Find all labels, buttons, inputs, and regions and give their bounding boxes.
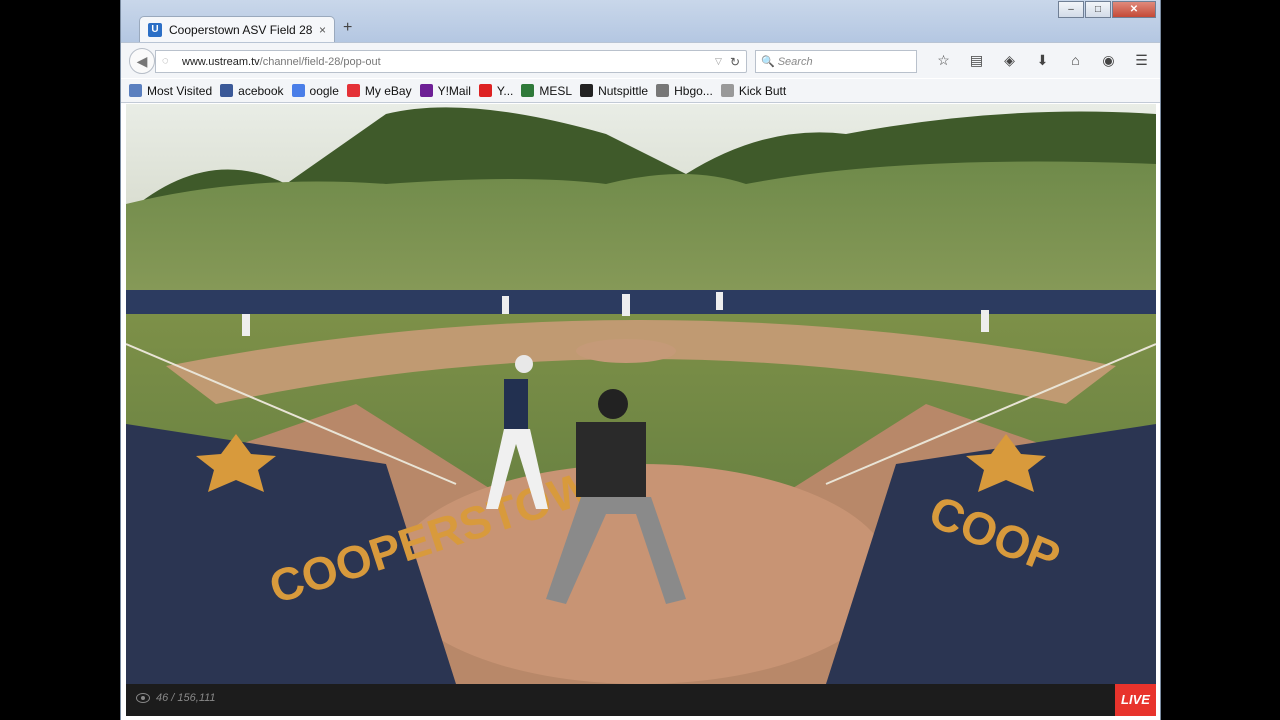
new-tab-button[interactable]: + — [343, 19, 352, 37]
navigation-bar: ◀ ◌ www.ustream.tv/channel/field-28/pop-… — [121, 42, 1160, 78]
reload-icon[interactable]: ↻ — [730, 55, 740, 69]
url-text[interactable]: www.ustream.tv/channel/field-28/pop-out — [182, 56, 715, 68]
bookmark-item[interactable]: acebook — [220, 83, 284, 98]
player-controls: 46 / 156,111 LIVE — [126, 684, 1156, 716]
tab-title: Cooperstown ASV Field 28 ... — [169, 23, 313, 37]
site-info-icon[interactable]: ◌ — [162, 55, 176, 69]
minimize-button[interactable]: – — [1058, 1, 1084, 18]
ebay-icon — [346, 84, 360, 97]
browser-window: – □ ✕ U Cooperstown ASV Field 28 ... × +… — [120, 0, 1161, 720]
bookmark-item[interactable]: Hbgo... — [656, 84, 713, 98]
baseball-video-frame[interactable]: COOPERSTOWN COOP — [126, 104, 1156, 684]
downloads-icon[interactable]: ⬇ — [1026, 52, 1059, 69]
url-bar[interactable]: ◌ www.ustream.tv/channel/field-28/pop-ou… — [155, 50, 747, 73]
viewer-count-text: 46 / 156,111 — [156, 692, 216, 704]
bookmark-item[interactable]: oogle — [291, 83, 339, 98]
bookmark-item[interactable]: Nutspittle — [580, 84, 648, 98]
bookmark-icon — [129, 84, 142, 97]
bookmark-item[interactable]: Y... — [478, 83, 514, 98]
bookmark-label: Nutspittle — [598, 83, 649, 98]
bookmark-item[interactable]: MESL — [521, 84, 572, 98]
video-player[interactable]: COOPERSTOWN COOP 46 / 156,111 LIVE — [126, 104, 1156, 716]
bookmark-label: oogle — [309, 83, 339, 98]
n-icon — [580, 84, 594, 97]
reading-list-icon[interactable]: ▤ — [960, 52, 993, 69]
viewer-count: 46 / 156,111 — [136, 692, 216, 704]
bookmark-label: acebook — [238, 83, 284, 98]
google-icon — [291, 84, 305, 97]
bookmark-item[interactable]: Y!Mail — [419, 83, 471, 98]
url-host: www.ustream.tv — [182, 55, 260, 68]
bookmark-item[interactable]: My eBay — [346, 83, 412, 98]
eye-icon — [136, 693, 150, 703]
url-path: /channel/field-28/pop-out — [259, 55, 381, 68]
chat-icon[interactable]: ◉ — [1092, 52, 1125, 69]
youtube-icon — [478, 84, 492, 97]
live-badge[interactable]: LIVE — [1115, 684, 1156, 716]
url-history-dropdown-icon[interactable]: ▽ — [715, 56, 722, 67]
tab-cooperstown[interactable]: U Cooperstown ASV Field 28 ... × — [139, 16, 335, 43]
bookmark-label: Hbgo... — [674, 83, 713, 98]
home-icon[interactable]: ⌂ — [1059, 52, 1092, 69]
bookmark-label: Y... — [496, 83, 514, 98]
ustream-favicon-icon: U — [148, 23, 162, 37]
close-window-button[interactable]: ✕ — [1112, 1, 1156, 18]
hbgo-icon — [656, 84, 670, 97]
back-button[interactable]: ◀ — [129, 48, 155, 74]
title-bar: – □ ✕ U Cooperstown ASV Field 28 ... × + — [121, 0, 1160, 43]
search-icon: 🔍 — [761, 56, 775, 68]
tab-close-icon[interactable]: × — [319, 23, 326, 37]
menu-icon[interactable]: ☰ — [1125, 52, 1158, 69]
mail-icon — [419, 84, 433, 97]
search-placeholder: Search — [777, 55, 813, 68]
bookmark-label: Kick Butt — [738, 83, 787, 98]
bookmark-item[interactable]: Kick Butt — [720, 83, 787, 98]
search-box[interactable]: 🔍 Search — [755, 50, 917, 73]
bookmark-label: Most Visited — [147, 83, 213, 98]
mesl-icon — [521, 84, 535, 97]
maximize-button[interactable]: □ — [1085, 1, 1111, 18]
bookmarks-toolbar: Most Visited acebook oogle My eBay Y!Mail Y..… — [121, 79, 1160, 103]
video-scene: COOPERSTOWN COOP — [126, 104, 1156, 684]
toolbar-icons: ☆ ▤ ◈ ⬇ ⌂ ◉ ☰ — [927, 52, 1158, 69]
facebook-icon — [220, 84, 234, 97]
window-controls: – □ ✕ — [1057, 1, 1156, 18]
pocket-icon[interactable]: ◈ — [993, 52, 1026, 69]
bookmark-label: Y!Mail — [437, 83, 471, 98]
bookmark-label: MESL — [539, 83, 573, 98]
bookmark-label: My eBay — [364, 83, 412, 98]
bookmark-item[interactable]: Most Visited — [129, 84, 212, 98]
page-icon — [720, 84, 734, 97]
bookmark-star-icon[interactable]: ☆ — [927, 52, 960, 69]
